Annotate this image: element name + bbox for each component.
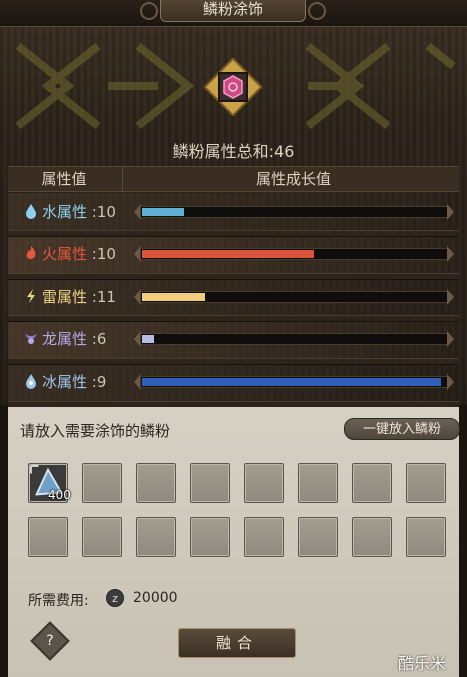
attribute-label: 冰属性 :9 bbox=[22, 363, 106, 401]
row-divider bbox=[8, 273, 459, 280]
growth-bar bbox=[134, 202, 454, 222]
scale-slot[interactable] bbox=[136, 517, 176, 557]
scale-slot[interactable] bbox=[352, 463, 392, 503]
scale-slot[interactable] bbox=[190, 517, 230, 557]
attribute-label: 水属性 :10 bbox=[22, 193, 116, 231]
dragon-icon bbox=[22, 323, 40, 344]
scale-slot[interactable] bbox=[298, 517, 338, 557]
cost-value: 20000 bbox=[133, 590, 178, 606]
column-divider bbox=[122, 167, 123, 191]
question-icon: ? bbox=[46, 633, 54, 649]
bar-right-arrow-icon bbox=[447, 246, 454, 262]
column-growth: 属性成长值 bbox=[255, 170, 331, 188]
row-divider bbox=[8, 358, 459, 365]
attribute-value: :9 bbox=[91, 373, 107, 391]
attribute-name: 火属性 bbox=[42, 245, 88, 263]
bar-right-arrow-icon bbox=[447, 289, 454, 305]
bar-fill bbox=[142, 208, 184, 216]
bar-right-arrow-icon bbox=[447, 331, 454, 347]
attribute-label: 雷属性 :11 bbox=[22, 278, 116, 316]
water-drop-icon bbox=[22, 196, 40, 219]
attribute-name: 龙属性 bbox=[42, 330, 88, 348]
bar-fill bbox=[142, 293, 205, 301]
attribute-row: 火属性 :10 bbox=[8, 235, 459, 273]
row-divider bbox=[8, 230, 459, 237]
total-label: 鳞粉属性总和 bbox=[172, 142, 269, 161]
scale-emblem-icon bbox=[204, 58, 262, 116]
slot-quantity: 400 bbox=[48, 488, 71, 502]
scale-slot[interactable] bbox=[190, 463, 230, 503]
scale-slot[interactable] bbox=[82, 463, 122, 503]
attribute-value: :10 bbox=[91, 245, 116, 263]
attribute-value: :11 bbox=[91, 288, 116, 306]
attribute-row: 龙属性 :6 bbox=[8, 320, 459, 358]
scale-slot[interactable] bbox=[298, 463, 338, 503]
zenny-icon: z bbox=[106, 589, 124, 607]
table-header: 属性值 属性成长值 bbox=[8, 166, 459, 192]
growth-bar bbox=[134, 287, 454, 307]
attribute-name: 水属性 bbox=[42, 203, 88, 221]
bar-right-arrow-icon bbox=[447, 204, 454, 220]
column-attribute: 属性值 bbox=[41, 170, 87, 188]
scale-slot[interactable] bbox=[136, 463, 176, 503]
window-title: 鳞粉涂饰 bbox=[160, 0, 306, 22]
scale-slot[interactable] bbox=[82, 517, 122, 557]
attribute-label: 龙属性 :6 bbox=[22, 320, 106, 358]
row-divider bbox=[8, 315, 459, 322]
bar-track bbox=[140, 206, 448, 218]
fuse-button[interactable]: 融合 bbox=[178, 628, 296, 658]
attribute-label: 火属性 :10 bbox=[22, 235, 116, 273]
one-click-insert-button[interactable]: 一键放入鳞粉 bbox=[344, 418, 460, 440]
bar-fill bbox=[142, 250, 314, 258]
scale-slot[interactable] bbox=[244, 463, 284, 503]
scale-slot[interactable] bbox=[244, 517, 284, 557]
fire-icon bbox=[22, 238, 40, 260]
attribute-total: 鳞粉属性总和:46 bbox=[0, 138, 467, 162]
attribute-name: 雷属性 bbox=[42, 288, 88, 306]
right-ornament-icon bbox=[308, 2, 326, 20]
attribute-row: 雷属性 :11 bbox=[8, 278, 459, 316]
scale-slot[interactable] bbox=[406, 463, 446, 503]
ice-icon bbox=[22, 366, 40, 389]
title-bar: 鳞粉涂饰 bbox=[0, 0, 467, 27]
bar-right-arrow-icon bbox=[447, 374, 454, 390]
watermark: 酷乐米 bbox=[398, 654, 447, 673]
growth-bar bbox=[134, 372, 454, 392]
scale-slot[interactable] bbox=[28, 517, 68, 557]
growth-bar bbox=[134, 329, 454, 349]
attribute-row: 水属性 :10 bbox=[8, 193, 459, 231]
attribute-name: 冰属性 bbox=[42, 373, 88, 391]
bar-track bbox=[140, 333, 448, 345]
thunder-icon bbox=[22, 281, 40, 303]
scale-slot[interactable] bbox=[406, 517, 446, 557]
growth-bar bbox=[134, 244, 454, 264]
insert-prompt: 请放入需要涂饰的鳞粉 bbox=[20, 422, 171, 440]
attribute-value: :6 bbox=[91, 330, 107, 348]
total-value: :46 bbox=[268, 142, 295, 161]
bar-fill bbox=[142, 378, 441, 386]
attribute-value: :10 bbox=[91, 203, 116, 221]
bar-fill bbox=[142, 335, 154, 343]
left-ornament-icon bbox=[140, 2, 158, 20]
scale-slot[interactable] bbox=[352, 517, 392, 557]
attribute-row: 冰属性 :9 bbox=[8, 363, 459, 401]
cost-label: 所需费用: bbox=[28, 593, 89, 609]
